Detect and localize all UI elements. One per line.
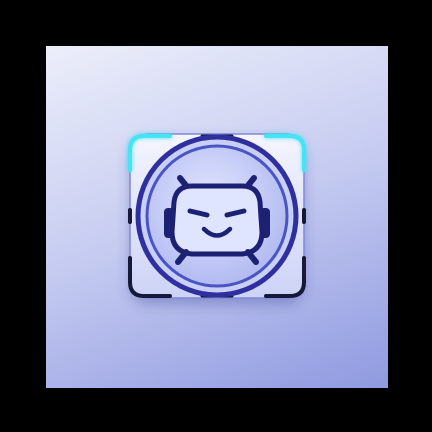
icon-canvas — [0, 0, 432, 432]
robot-face-icon — [128, 133, 306, 299]
robot-head — [164, 175, 270, 265]
